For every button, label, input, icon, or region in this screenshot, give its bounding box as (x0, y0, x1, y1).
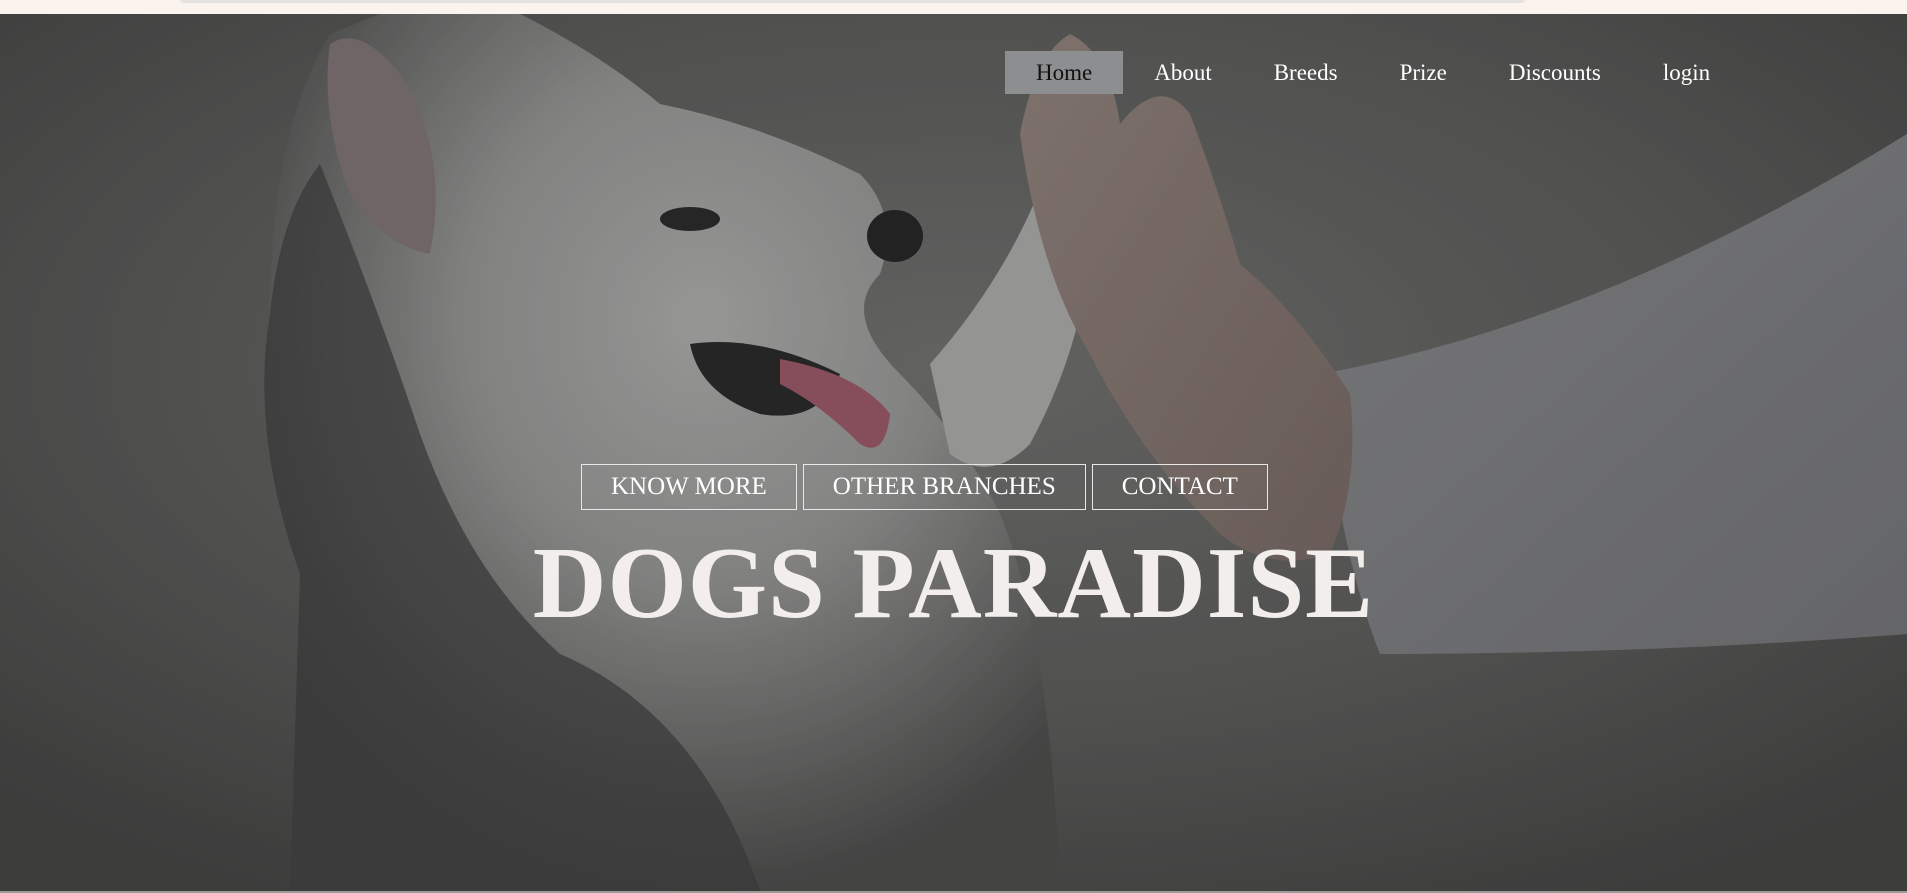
nav-breeds[interactable]: Breeds (1243, 51, 1369, 94)
hero-button-group: KNOW MORE OTHER BRANCHES CONTACT (581, 464, 1268, 510)
hero-section (0, 14, 1907, 891)
hero-dark-overlay (0, 14, 1907, 891)
main-nav: Home About Breeds Prize Discounts login (1005, 51, 1741, 94)
contact-button[interactable]: CONTACT (1091, 464, 1268, 510)
browser-edge-bar (180, 0, 1525, 3)
top-strip (0, 0, 1907, 14)
nav-discounts[interactable]: Discounts (1478, 51, 1632, 94)
nav-home[interactable]: Home (1005, 51, 1124, 94)
other-branches-button[interactable]: OTHER BRANCHES (802, 464, 1086, 510)
know-more-button[interactable]: KNOW MORE (581, 464, 797, 510)
nav-about[interactable]: About (1123, 51, 1243, 94)
hero-title: DOGS PARADISE (532, 527, 1375, 640)
nav-prize[interactable]: Prize (1369, 51, 1478, 94)
nav-login[interactable]: login (1632, 51, 1741, 94)
